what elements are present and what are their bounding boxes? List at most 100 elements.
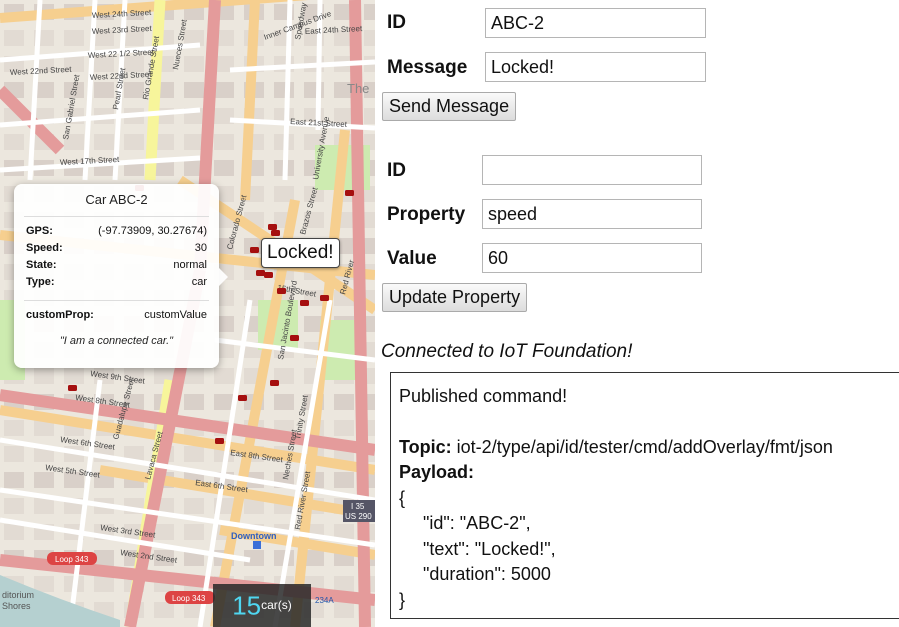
car-counter: 15car(s) [213, 584, 311, 627]
building-block [214, 368, 234, 384]
payload-label: Payload: [399, 462, 475, 482]
popup-label: GPS: [26, 225, 53, 237]
building-block [34, 498, 54, 514]
street-label: West 22 1/2 Street [88, 48, 155, 60]
popup-label: State: [26, 259, 57, 271]
building-block [34, 472, 54, 488]
building-block [184, 446, 204, 462]
popup-quote: "I am a connected car." [59, 335, 174, 347]
shield-label: I 35 [351, 502, 365, 511]
building-block [4, 30, 24, 46]
building-block [34, 576, 54, 592]
building-block [4, 134, 24, 150]
car-marker[interactable] [345, 190, 354, 196]
car-count-unit: car(s) [261, 598, 292, 612]
car-marker[interactable] [215, 438, 224, 444]
update-property-button[interactable]: Update Property [382, 283, 528, 312]
poi-label: Shores [2, 601, 31, 611]
building-block [34, 368, 54, 384]
popup-label: Type: [26, 276, 55, 288]
building-block [364, 212, 375, 228]
value-input[interactable] [482, 243, 702, 273]
building-block [184, 498, 204, 514]
popup-value: normal [173, 259, 207, 271]
payload-line: "id": "ABC-2", [423, 513, 531, 533]
building-block [334, 576, 354, 592]
building-block [154, 524, 174, 540]
car-marker[interactable] [68, 385, 77, 391]
send-id-input[interactable] [485, 8, 706, 38]
building-block [94, 134, 114, 150]
car-marker[interactable] [277, 288, 286, 294]
building-block [364, 108, 375, 124]
message-input[interactable] [485, 52, 706, 82]
property-input[interactable] [482, 199, 702, 229]
car-marker[interactable] [320, 295, 329, 301]
building-block [274, 82, 294, 98]
shield-label: US 290 [345, 512, 372, 521]
car-marker[interactable] [238, 395, 247, 401]
car-count: 15 [232, 590, 262, 621]
building-block [64, 368, 84, 384]
building-block [364, 4, 375, 20]
building-block [4, 524, 24, 540]
building-block [94, 576, 114, 592]
popup-row-type: Type: car [14, 274, 219, 291]
poi-label: ditorium [2, 590, 34, 600]
popup-value: car [191, 276, 207, 288]
topic-value: iot-2/type/api/id/tester/cmd/addOverlay/… [456, 436, 833, 457]
shield-label: Loop 343 [55, 555, 89, 564]
message-label: Message [387, 57, 468, 78]
send-id-label: ID [387, 12, 406, 33]
shield-label: Loop 343 [172, 594, 206, 603]
car-marker[interactable] [270, 380, 279, 386]
popup-title: Car ABC-2 [85, 192, 148, 207]
car-overlay-bubble: Locked! [261, 238, 340, 268]
car-marker[interactable] [250, 247, 259, 253]
send-message-button[interactable]: Send Message [382, 92, 517, 121]
car-marker[interactable] [256, 270, 265, 276]
building-block [4, 420, 24, 436]
popup-divider [24, 300, 209, 301]
popup-value: 30 [194, 242, 207, 254]
log-line: Published command! [399, 386, 568, 406]
building-block [184, 368, 204, 384]
i35-shield: I 35 US 290 [343, 500, 375, 522]
building-block [64, 30, 84, 46]
building-block [334, 602, 354, 618]
popup-label: customProp: [26, 309, 94, 321]
building-block [334, 394, 354, 410]
poi-label: The [347, 81, 369, 96]
building-block [334, 420, 354, 436]
payload-line: } [399, 589, 406, 610]
loop-343-shield: Loop 343 [47, 552, 97, 565]
street-label: West 22nd Street [10, 65, 73, 77]
car-marker[interactable] [271, 230, 280, 236]
map-view[interactable]: West 24th Street West 23rd Street West 22 … [0, 0, 375, 627]
car-marker[interactable] [290, 335, 299, 341]
building-block [184, 524, 204, 540]
popup-divider [24, 216, 209, 217]
building-block [214, 160, 234, 176]
building-block [214, 394, 234, 410]
property-id-input[interactable] [482, 155, 702, 185]
building-block [184, 82, 204, 98]
car-marker[interactable] [264, 272, 273, 278]
log-topic: Topic: iot-2/type/api/id/tester/cmd/addO… [399, 435, 899, 461]
topic-label: Topic: [399, 436, 452, 457]
building-block [214, 134, 234, 150]
popup-row-speed: Speed: 30 [14, 240, 219, 257]
popup-row-gps: GPS: (-97.73909, 30.27674) [14, 223, 219, 240]
building-block [4, 498, 24, 514]
building-block [364, 30, 375, 46]
downtown-label: Downtown [231, 531, 277, 541]
building-block [214, 82, 234, 98]
building-block [274, 394, 294, 410]
connection-status: Connected to IoT Foundation! [381, 341, 633, 362]
building-block [184, 394, 204, 410]
car-marker[interactable] [300, 300, 309, 306]
popup-row-custom: customProp: customValue [14, 307, 219, 324]
car-marker[interactable] [268, 224, 277, 230]
property-label: Property [387, 204, 466, 225]
popup-label: Speed: [26, 242, 63, 254]
